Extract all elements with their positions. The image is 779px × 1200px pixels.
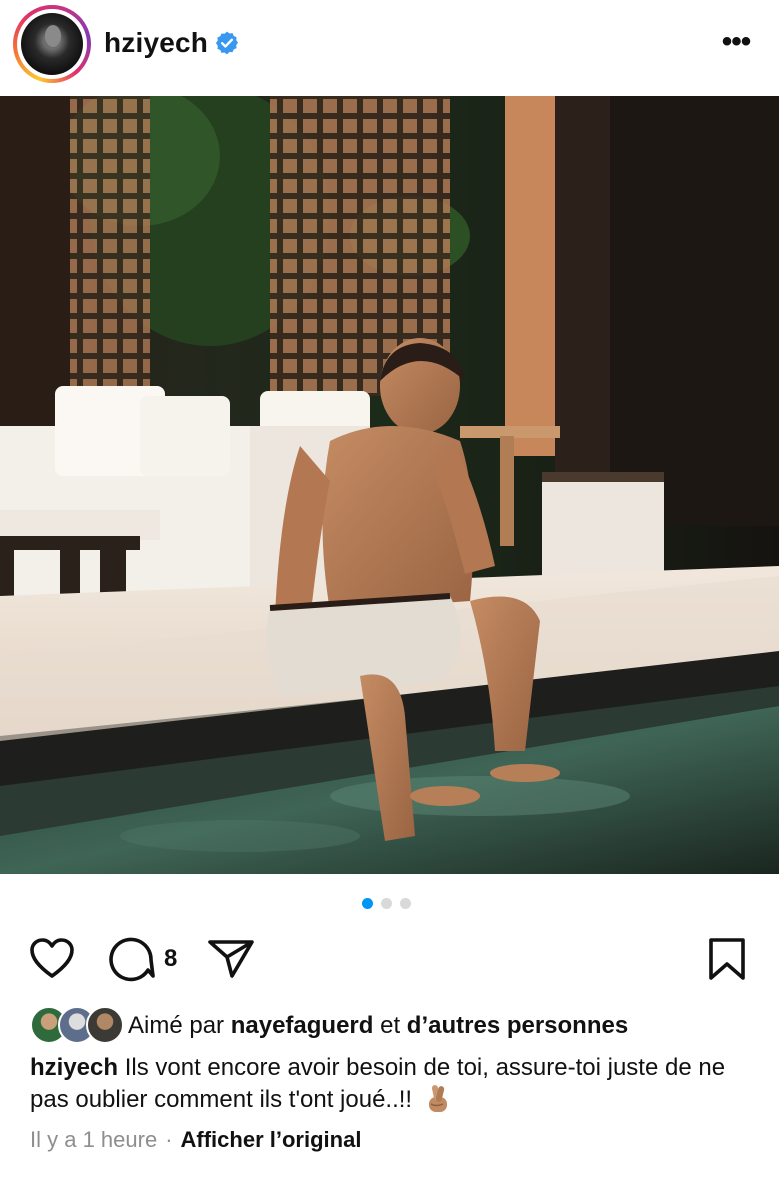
post-photo[interactable] bbox=[0, 96, 779, 874]
carousel-dot bbox=[362, 898, 373, 909]
post-meta: Il y a 1 heure · Afficher l’original bbox=[30, 1127, 361, 1153]
caption-text: Ils vont encore avoir besoin de toi, ass… bbox=[30, 1054, 726, 1113]
heart-icon[interactable] bbox=[28, 936, 76, 980]
bookmark-icon[interactable] bbox=[706, 936, 748, 982]
likes-others[interactable]: d’autres personnes bbox=[407, 1012, 628, 1039]
likes-prefix: Aimé par bbox=[128, 1012, 225, 1039]
avatar-frame bbox=[17, 9, 87, 79]
avatar bbox=[86, 1006, 124, 1044]
crossed-fingers-emoji bbox=[428, 1085, 447, 1112]
avatar[interactable] bbox=[21, 13, 83, 75]
story-ring[interactable] bbox=[13, 5, 91, 83]
carousel-dot bbox=[381, 898, 392, 909]
username[interactable]: hziyech bbox=[104, 27, 208, 59]
likes-text: Aimé par nayefaguerd et d’autres personn… bbox=[128, 1012, 628, 1040]
more-options-button[interactable]: ••• bbox=[716, 24, 756, 60]
post-timestamp: Il y a 1 heure bbox=[30, 1127, 158, 1152]
comment-icon[interactable] bbox=[108, 936, 156, 982]
caption-username[interactable]: hziyech bbox=[30, 1054, 118, 1081]
carousel-dot bbox=[400, 898, 411, 909]
meta-separator: · bbox=[165, 1127, 173, 1152]
photo-scene bbox=[0, 96, 779, 874]
caption: hziyech Ils vont encore avoir besoin de … bbox=[30, 1052, 760, 1115]
post-header: hziyech ••• bbox=[0, 0, 779, 96]
comment-count[interactable]: 8 bbox=[164, 945, 177, 973]
verified-badge-icon bbox=[215, 31, 239, 55]
likes-conjunction: et bbox=[380, 1012, 401, 1039]
paper-plane-icon[interactable] bbox=[206, 938, 256, 980]
likes-summary[interactable]: Aimé par nayefaguerd et d’autres personn… bbox=[30, 1006, 770, 1046]
see-original-link[interactable]: Afficher l’original bbox=[181, 1127, 362, 1152]
action-bar bbox=[0, 930, 779, 990]
liker-username[interactable]: nayefaguerd bbox=[231, 1012, 374, 1039]
